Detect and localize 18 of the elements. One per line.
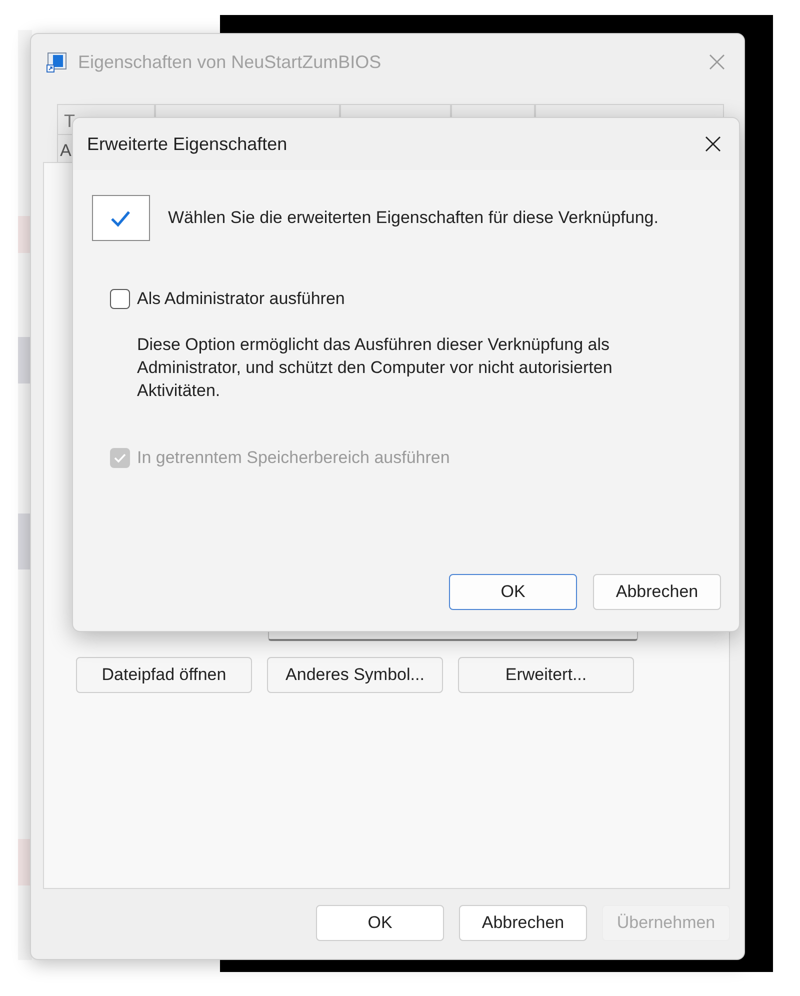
button[interactable]: Abbrechen bbox=[593, 574, 721, 610]
close-icon[interactable] bbox=[704, 135, 722, 153]
button[interactable]: Erweitert... bbox=[458, 657, 634, 693]
checkbox[interactable] bbox=[110, 289, 130, 309]
checkbox-label: In getrenntem Speicherbereich ausführen bbox=[137, 448, 450, 468]
dialog-title: Erweiterte Eigenschaften bbox=[87, 134, 288, 154]
button[interactable]: Anderes Symbol... bbox=[267, 657, 443, 693]
button[interactable]: OK bbox=[316, 905, 444, 941]
button[interactable]: Dateipfad öffnen bbox=[76, 657, 252, 693]
option-description: Diese Option ermöglicht das Ausführen dieser Verknüpfung als Administrator, und schützt den Computer vor nicht autorisierten Aktivitäten. bbox=[137, 334, 614, 402]
shortcut-icon bbox=[46, 51, 68, 73]
window-title: Eigenschaften von NeuStartZumBIOS bbox=[78, 52, 382, 72]
checkmark-icon bbox=[92, 195, 150, 241]
button[interactable]: OK bbox=[449, 574, 577, 610]
button[interactable]: Abbrechen bbox=[459, 905, 587, 941]
instruction-text: Wählen Sie die erweiterten Eigenschaften für diese Verknüpfung. bbox=[168, 208, 658, 228]
checkbox-label: Als Administrator ausführen bbox=[137, 289, 345, 309]
check-icon bbox=[113, 451, 127, 465]
